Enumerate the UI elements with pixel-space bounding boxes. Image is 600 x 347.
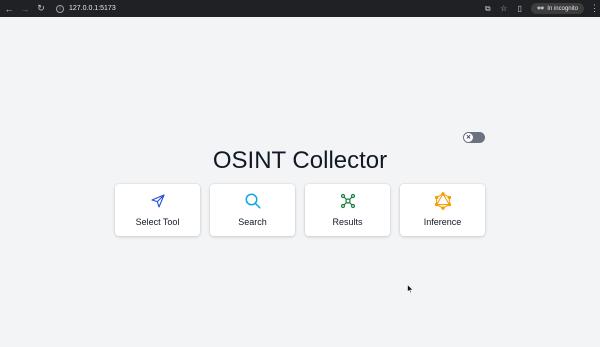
incognito-icon: 🕶 <box>536 6 545 12</box>
translate-icon[interactable]: ⧉ <box>483 4 493 14</box>
card-label: Search <box>238 217 267 227</box>
inference-card[interactable]: Inference <box>400 184 485 236</box>
mouse-pointer-icon <box>407 281 414 299</box>
graph-nodes-icon <box>339 192 357 210</box>
url-text: 127.0.0.1:5173 <box>69 5 116 12</box>
kebab-menu-icon[interactable]: ⋮ <box>590 3 599 14</box>
toggle-knob: ✕ <box>464 133 473 142</box>
search-card[interactable]: Search <box>210 184 295 236</box>
back-icon[interactable]: ← <box>2 2 16 16</box>
send-icon <box>149 192 167 210</box>
theme-toggle[interactable]: ✕ <box>463 132 485 143</box>
card-label: Inference <box>423 217 462 227</box>
page-title: OSINT Collector <box>212 147 388 174</box>
card-label: Select Tool <box>135 217 180 227</box>
info-icon[interactable]: i <box>56 4 64 13</box>
incognito-badge[interactable]: 🕶 In incognito <box>530 3 584 14</box>
select-tool-card[interactable]: Select Tool <box>115 184 200 236</box>
results-card[interactable]: Results <box>305 184 390 236</box>
feature-cards: Select Tool Search Results Inference <box>115 184 485 236</box>
graphql-icon <box>434 192 452 210</box>
star-icon[interactable]: ☆ <box>499 4 509 13</box>
search-icon <box>244 192 262 210</box>
incognito-label: In incognito <box>547 5 578 12</box>
reload-icon[interactable]: ↻ <box>34 2 48 16</box>
card-label: Results <box>332 217 363 227</box>
address-bar[interactable]: i 127.0.0.1:5173 <box>54 2 474 15</box>
forward-icon[interactable]: → <box>18 2 32 16</box>
sidepanel-icon[interactable]: ▯ <box>515 4 525 13</box>
browser-toolbar: ← → ↻ i 127.0.0.1:5173 ⧉ ☆ ▯ 🕶 In incogn… <box>0 0 600 17</box>
